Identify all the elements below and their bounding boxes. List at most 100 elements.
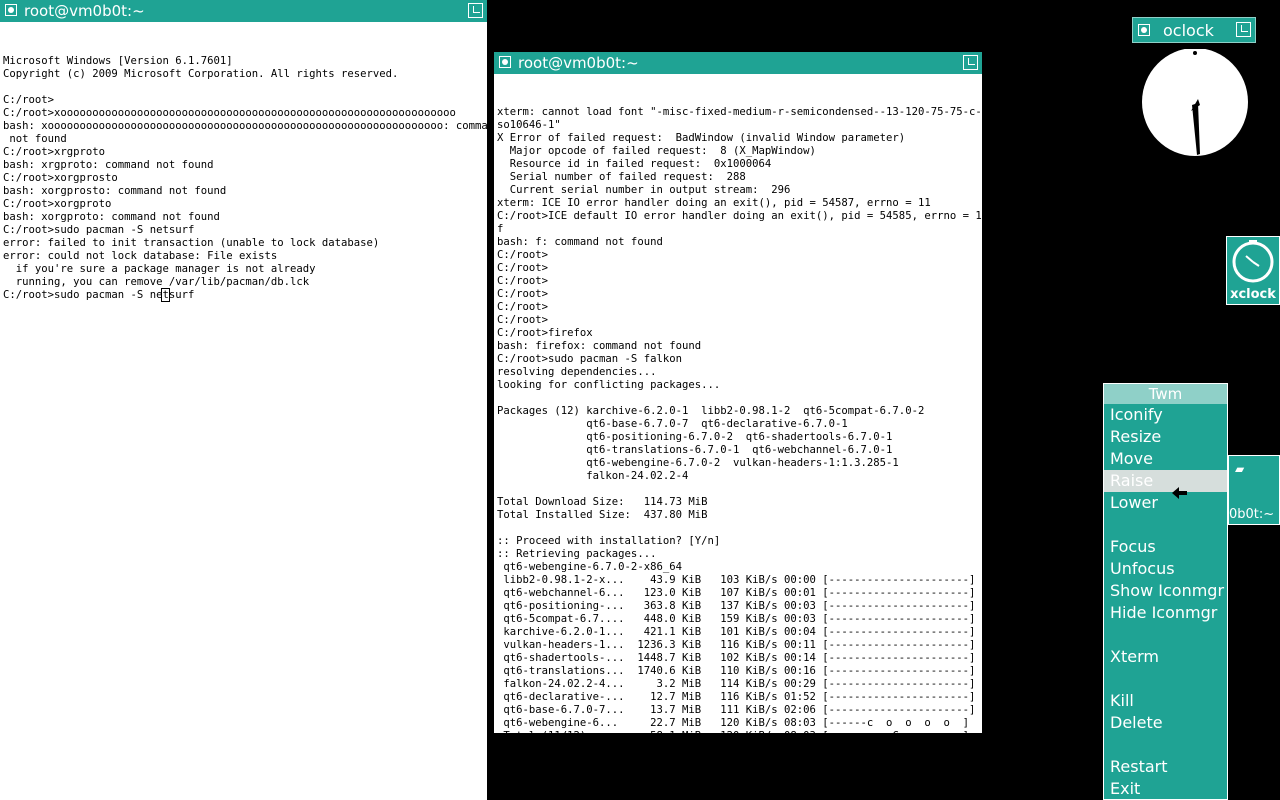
terminal-line: resolving dependencies... xyxy=(497,366,657,378)
menu-item-raise[interactable]: Raise xyxy=(1104,470,1227,492)
menu-separator xyxy=(1104,514,1227,536)
terminal-line: karchive-6.2.0-1... 421.1 KiB 101 KiB/s … xyxy=(497,626,982,638)
terminal-line: looking for conflicting packages... xyxy=(497,379,721,391)
terminal-line: running, you can remove /var/lib/pacman/… xyxy=(3,276,310,288)
left-terminal-window[interactable]: root@vm0b0t:~ Microsoft Windows [Version… xyxy=(0,0,487,800)
iconify-icon[interactable] xyxy=(499,56,511,68)
terminal-line: vulkan-headers-1... 1236.3 KiB 116 KiB/s… xyxy=(497,639,982,651)
terminal-line: qt6-webengine-6... 22.7 MiB 120 KiB/s 08… xyxy=(497,717,982,729)
terminal-line: Packages (12) karchive-6.2.0-1 libb2-0.9… xyxy=(497,405,925,417)
terminal-line: libb2-0.98.1-2-x... 43.9 KiB 103 KiB/s 0… xyxy=(497,574,982,586)
menu-item-lower[interactable]: Lower xyxy=(1104,492,1227,514)
menu-item-show-iconmgr[interactable]: Show Iconmgr xyxy=(1104,580,1227,602)
menu-separator xyxy=(1104,668,1227,690)
terminal-line: C:/root> xyxy=(3,94,55,106)
clock-icon xyxy=(1232,240,1274,283)
terminal-line: C:/root> xyxy=(497,301,549,313)
twm-menu-items: Iconify Resize Move Raise Lower Focus Unfocus S… xyxy=(1104,404,1227,800)
terminal-icon: ▰ xyxy=(1235,462,1245,476)
terminal-line: bash: firefox: command not found xyxy=(497,340,702,352)
twm-menu[interactable]: Twm Iconify Resize Move Raise Lower Focus Unfo… xyxy=(1103,383,1228,800)
terminal-line: qt6-declarative-... 12.7 MiB 116 KiB/s 0… xyxy=(497,691,982,703)
terminal-line: Copyright (c) 2009 Microsoft Corporation… xyxy=(3,68,399,80)
terminal-line: C:/root> xyxy=(497,275,549,287)
terminal-line: if you're sure a package manager is not … xyxy=(3,263,316,275)
prompt-text: C:/root>sudo pacman -S ne xyxy=(3,289,163,301)
terminal-line: f xyxy=(497,223,504,235)
terminal-line: so10646-1" xyxy=(497,119,561,131)
terminal-line: Total Installed Size: 437.80 MiB xyxy=(497,509,708,521)
pointer-icon xyxy=(1172,487,1187,499)
terminal-line: Microsoft Windows [Version 6.1.7601] xyxy=(3,55,233,67)
terminal-line: X Error of failed request: BadWindow (in… xyxy=(497,132,906,144)
terminal-line: not found xyxy=(3,133,67,145)
terminal-line: Serial number of failed request: 288 xyxy=(497,171,746,183)
terminal-line: qt6-base-6.7.0-7... 13.7 MiB 111 KiB/s 0… xyxy=(497,704,982,716)
resize-icon[interactable] xyxy=(963,55,978,70)
prompt-line[interactable]: C:/root>sudo pacman -S netsurf xyxy=(3,288,487,302)
terminal-line: C:/root>xorgprosto xyxy=(3,172,118,184)
terminal-line: C:/root>xooooooooooooooooooooooooooooooo… xyxy=(3,107,456,119)
terminal-line: bash: xrgproto: command not found xyxy=(3,159,214,171)
terminal-line: C:/root>xorgproto xyxy=(3,198,112,210)
resize-icon[interactable] xyxy=(468,3,483,18)
oclock-window[interactable]: oclock xyxy=(1132,17,1256,167)
xterm-icon-label: 0b0t:~ xyxy=(1229,507,1275,522)
menu-item-hide-iconmgr[interactable]: Hide Iconmgr xyxy=(1104,602,1227,624)
terminal-line: qt6-translations... 1740.6 KiB 110 KiB/s… xyxy=(497,665,982,677)
menu-item-iconify[interactable]: Iconify xyxy=(1104,404,1227,426)
menu-item-xterm[interactable]: Xterm xyxy=(1104,646,1227,668)
right-terminal-output[interactable]: xterm: cannot load font "-misc-fixed-med… xyxy=(494,80,982,733)
terminal-line: C:/root> xyxy=(497,288,549,300)
menu-separator xyxy=(1104,734,1227,756)
terminal-line: C:/root> xyxy=(497,314,549,326)
terminal-line: xterm: ICE IO error handler doing an exi… xyxy=(497,197,931,209)
menu-item-kill[interactable]: Kill xyxy=(1104,690,1227,712)
right-terminal-titlebar[interactable]: root@vm0b0t:~ xyxy=(494,52,982,74)
right-terminal-window[interactable]: root@vm0b0t:~ xterm: cannot load font "-… xyxy=(494,52,982,733)
xclock-icon-box[interactable]: xclock xyxy=(1226,236,1280,305)
terminal-line: C:/root> xyxy=(497,262,549,274)
terminal-line: C:/root>firefox xyxy=(497,327,593,339)
clock-jewel xyxy=(1193,51,1197,55)
terminal-line: error: could not lock database: File exi… xyxy=(3,250,278,262)
terminal-line: bash: xorgprosto: command not found xyxy=(3,185,227,197)
menu-item-restart[interactable]: Restart xyxy=(1104,756,1227,778)
menu-item-delete[interactable]: Delete xyxy=(1104,712,1227,734)
menu-item-move[interactable]: Move xyxy=(1104,448,1227,470)
menu-separator xyxy=(1104,624,1227,646)
terminal-line: Total (11/12) 58.1 MiB 120 KiB/s 08:03 [… xyxy=(497,730,982,733)
terminal-line: xterm: cannot load font "-misc-fixed-med… xyxy=(497,106,982,118)
menu-item-focus[interactable]: Focus xyxy=(1104,536,1227,558)
terminal-line: qt6-webchannel-6... 123.0 KiB 107 KiB/s … xyxy=(497,587,982,599)
terminal-line: bash: f: command not found xyxy=(497,236,663,248)
clock-face xyxy=(1142,49,1248,156)
terminal-line: falkon-24.02.2-4... 3.2 MiB 114 KiB/s 00… xyxy=(497,678,982,690)
menu-item-unfocus[interactable]: Unfocus xyxy=(1104,558,1227,580)
terminal-line: qt6-webengine-6.7.0-2 vulkan-headers-1:1… xyxy=(497,457,899,469)
oclock-titlebar[interactable]: oclock xyxy=(1132,17,1256,43)
menu-item-resize[interactable]: Resize xyxy=(1104,426,1227,448)
window-title: oclock xyxy=(1163,21,1214,40)
terminal-line: qt6-shadertools-... 1448.7 KiB 102 KiB/s… xyxy=(497,652,982,664)
terminal-line: bash: xooooooooooooooooooooooooooooooooo… xyxy=(3,120,487,132)
left-terminal-titlebar[interactable]: root@vm0b0t:~ xyxy=(0,0,487,22)
xclock-icon-label: xclock xyxy=(1230,287,1276,302)
menu-item-exit[interactable]: Exit xyxy=(1104,778,1227,800)
terminal-line: qt6-5compat-6.7.... 448.0 KiB 159 KiB/s … xyxy=(497,613,982,625)
resize-icon[interactable] xyxy=(1236,22,1251,37)
terminal-line: qt6-base-6.7.0-7 qt6-declarative-6.7.0-1 xyxy=(497,418,848,430)
terminal-line: Resource id in failed request: 0x1000064 xyxy=(497,158,772,170)
iconify-icon[interactable] xyxy=(1138,24,1150,36)
terminal-line: C:/root>xrgproto xyxy=(3,146,106,158)
terminal-line: qt6-positioning-6.7.0-2 qt6-shadertools-… xyxy=(497,431,893,443)
terminal-line: :: Retrieving packages... xyxy=(497,548,657,560)
iconify-icon[interactable] xyxy=(5,4,17,16)
terminal-line: falkon-24.02.2-4 xyxy=(497,470,689,482)
window-title: root@vm0b0t:~ xyxy=(24,2,145,20)
xterm-icon-box[interactable]: ▰ 0b0t:~ xyxy=(1228,455,1280,525)
left-terminal-output[interactable]: Microsoft Windows [Version 6.1.7601] Copy… xyxy=(0,29,487,800)
terminal-line: C:/root> xyxy=(497,249,549,261)
